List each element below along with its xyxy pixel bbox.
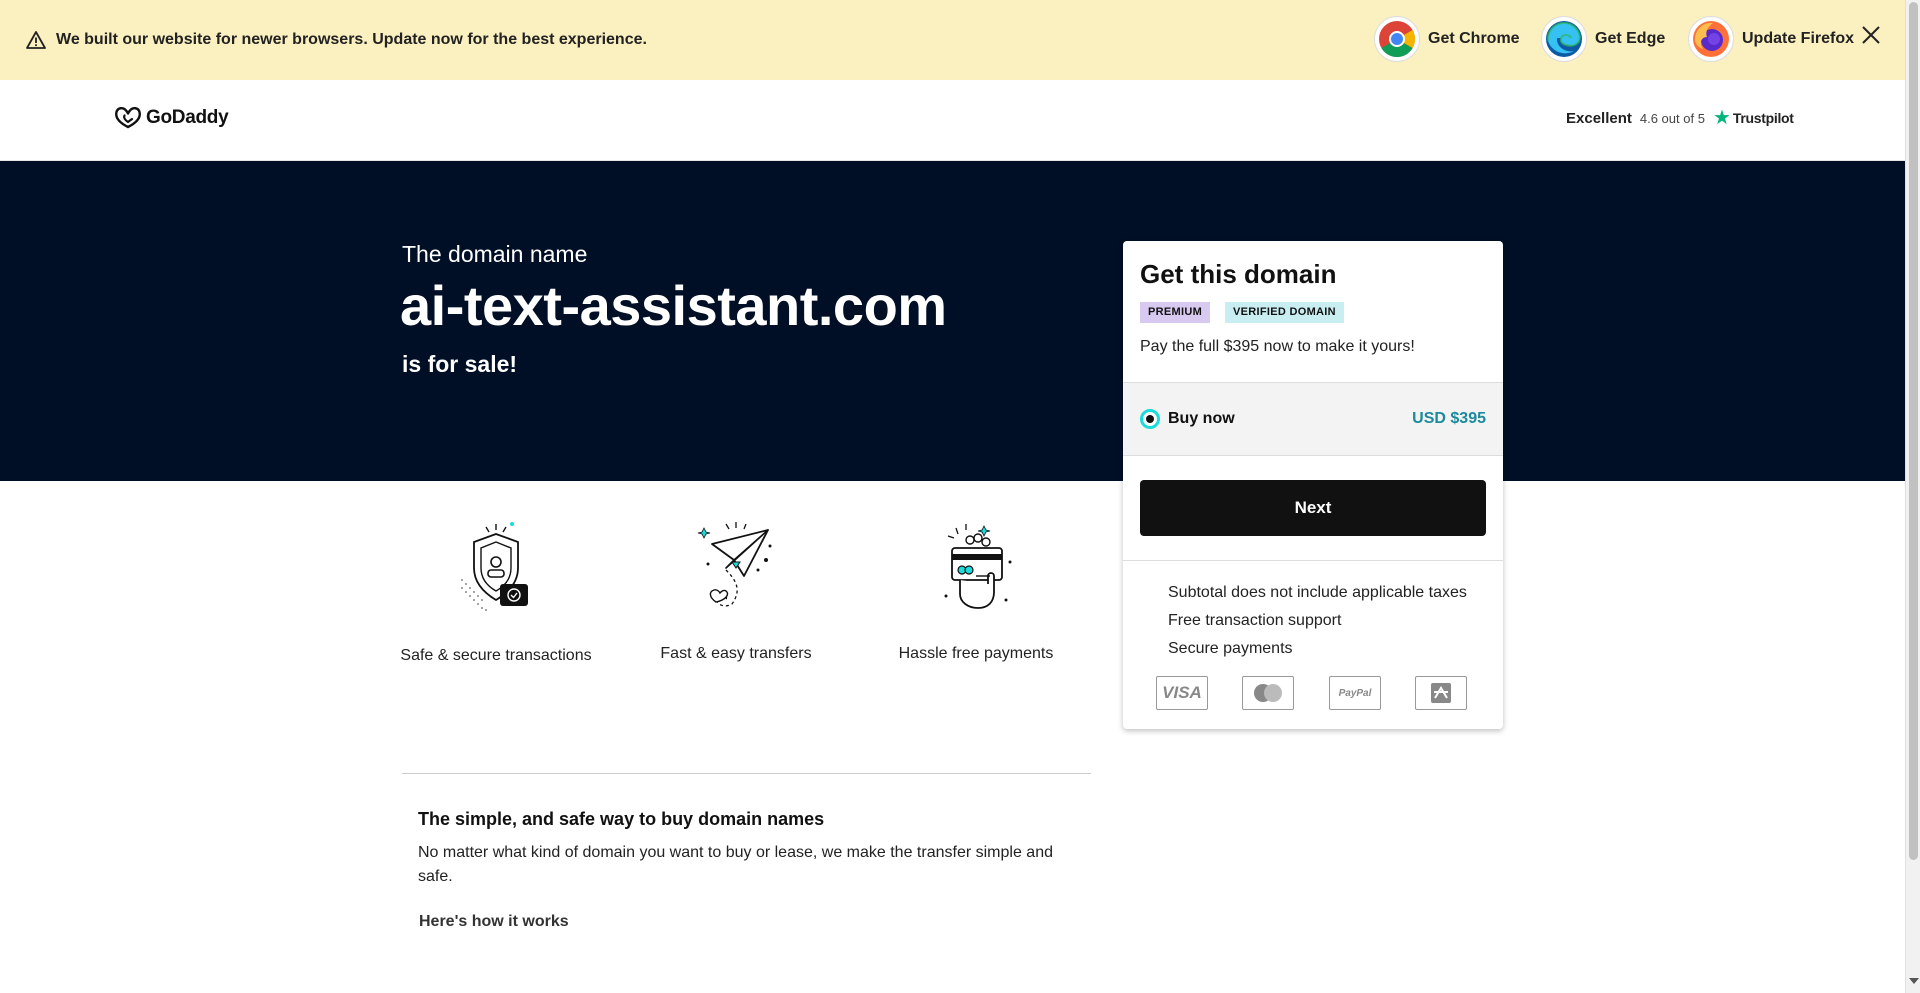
trust-score: 4.6 out of 5 [1639, 110, 1705, 126]
shield-icon [461, 522, 528, 611]
browser-update-banner: We built our website for newer browsers.… [0, 0, 1905, 80]
feature-payments-label: Hassle free payments [898, 645, 1054, 662]
card-description: Pay the full $395 now to make it yours! [1140, 338, 1415, 355]
trustpilot-star-icon: ★ [1712, 107, 1731, 129]
update-firefox-label: Update Firefox [1742, 30, 1855, 47]
feature-safe-label: Safe & secure transactions [400, 647, 592, 664]
bullet-taxes: Subtotal does not include applicable tax… [1168, 584, 1467, 601]
banner-message: We built our website for newer browsers.… [56, 31, 647, 48]
trustpilot-rating[interactable]: Excellent 4.6 out of 5 ★ Trustpilot [1566, 108, 1794, 128]
bank-transfer-icon [1415, 676, 1467, 710]
trustpilot-name: Trustpilot [1732, 110, 1794, 126]
card-title: Get this domain [1140, 259, 1337, 289]
section-body: No matter what kind of domain you want t… [418, 844, 1053, 885]
get-chrome-label: Get Chrome [1428, 30, 1520, 47]
close-icon[interactable] [1862, 26, 1880, 44]
premium-badge: PREMIUM [1140, 302, 1211, 323]
firefox-icon [1688, 16, 1734, 62]
hero-section: The domain name ai-text-assistant.com is… [0, 161, 1905, 481]
get-edge-label: Get Edge [1595, 30, 1666, 47]
godaddy-mark-icon [115, 107, 141, 129]
paypal-text: PayPal [1338, 687, 1372, 699]
scroll-down-arrow-icon[interactable] [1909, 978, 1919, 984]
visa-text: VISA [1162, 683, 1202, 702]
trust-rating-label: Excellent [1566, 109, 1632, 127]
update-firefox-link[interactable]: Update Firefox [1688, 16, 1854, 62]
bullet-support: Free transaction support [1168, 612, 1342, 629]
feature-payments: Hassle free payments [876, 520, 1076, 666]
paper-plane-icon [697, 522, 772, 607]
feature-safe: Safe & secure transactions [396, 520, 596, 668]
buy-now-radio[interactable] [1140, 409, 1160, 429]
vertical-scrollbar[interactable] [1905, 0, 1920, 993]
mastercard-icon [1242, 676, 1294, 710]
domain-name: ai-text-assistant.com [400, 274, 947, 337]
payment-hand-icon [944, 524, 1012, 609]
card-divider [1123, 560, 1503, 561]
get-chrome-link[interactable]: Get Chrome [1374, 16, 1520, 62]
buy-now-label: Buy now [1168, 410, 1235, 427]
site-header: GoDaddy Excellent 4.6 out of 5 ★ Trustpi… [0, 80, 1905, 161]
next-button[interactable]: Next [1140, 480, 1486, 536]
edge-icon [1541, 16, 1587, 62]
purchase-card: Get this domain PREMIUM VERIFIED DOMAIN … [1123, 241, 1503, 729]
hero-post-text: is for sale! [402, 351, 518, 377]
verified-domain-badge: VERIFIED DOMAIN [1225, 302, 1344, 323]
bullet-secure: Secure payments [1168, 640, 1293, 657]
visa-icon: VISA [1156, 676, 1208, 710]
buy-now-option[interactable]: Buy now USD $395 [1123, 382, 1503, 456]
buy-now-price: USD $395 [1412, 410, 1486, 427]
hero-pre-text: The domain name [402, 241, 588, 267]
brand-name: GoDaddy [146, 107, 229, 128]
scrollbar-thumb[interactable] [1909, 2, 1918, 860]
chrome-icon [1374, 16, 1420, 62]
godaddy-logo[interactable]: GoDaddy [114, 106, 229, 130]
warning-icon [26, 31, 46, 49]
feature-fast: Fast & easy transfers [636, 520, 836, 666]
section-divider [402, 773, 1091, 774]
paypal-icon: PayPal [1329, 676, 1381, 710]
get-edge-link[interactable]: Get Edge [1541, 16, 1665, 62]
section-title: The simple, and safe way to buy domain n… [418, 809, 825, 829]
feature-fast-label: Fast & easy transfers [660, 645, 812, 662]
how-it-works-link[interactable]: Here's how it works [419, 913, 569, 931]
